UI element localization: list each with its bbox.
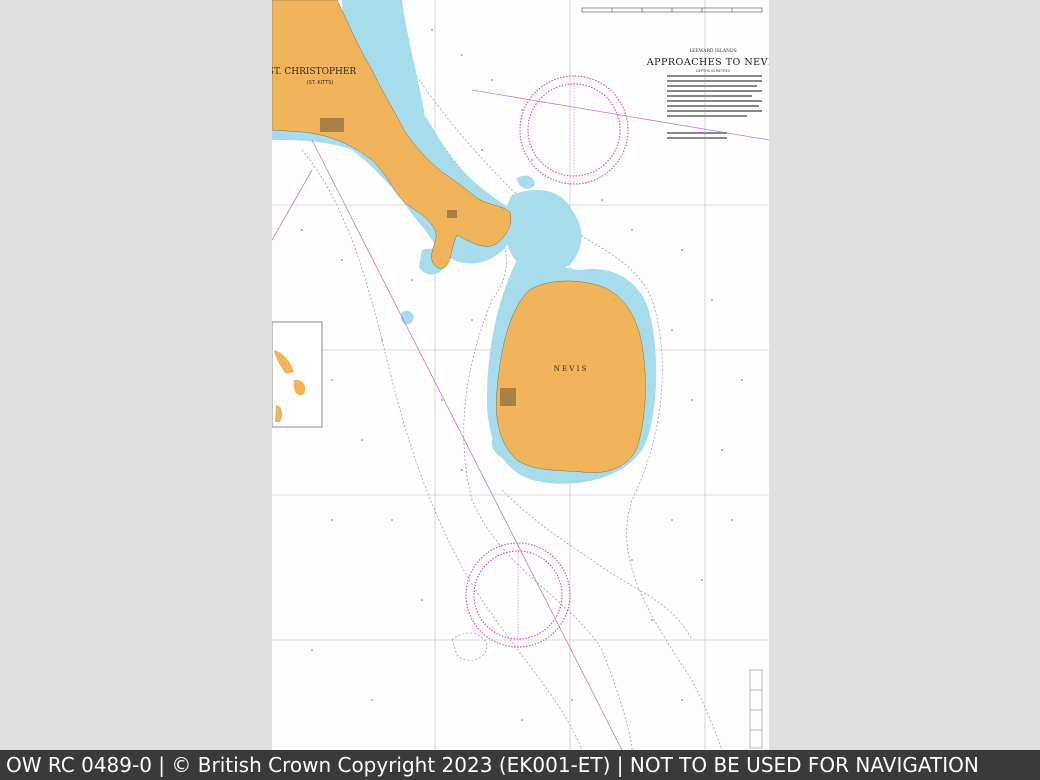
- region-label: LEEWARD ISLANDS: [689, 48, 736, 54]
- st-christopher-label: ST. CHRISTOPHER: [272, 67, 356, 77]
- compass-rose-north: [519, 75, 629, 185]
- inset-map: [272, 321, 323, 428]
- nevis-island: [496, 280, 646, 473]
- nevis-label: N E V I S: [554, 365, 587, 373]
- chart-svg: LEEWARD ISLANDS APPROACHES TO NEVIS DEPT…: [272, 0, 769, 750]
- chart-subtitle: DEPTHS IN METRES: [696, 69, 731, 73]
- compass-rose-south: [465, 542, 571, 648]
- nautical-chart-sheet[interactable]: LEEWARD ISLANDS APPROACHES TO NEVIS DEPT…: [272, 0, 769, 750]
- copyright-footer: OW RC 0489-0 | © British Crown Copyright…: [0, 750, 1040, 780]
- latitude-scale: [749, 669, 763, 749]
- footer-text: OW RC 0489-0 | © British Crown Copyright…: [6, 753, 979, 777]
- chart-notes: [667, 75, 762, 139]
- chart-title: APPROACHES TO NEVIS: [646, 57, 769, 68]
- st-kitts-label: (ST. KITTS): [307, 80, 334, 86]
- chart-viewer[interactable]: LEEWARD ISLANDS APPROACHES TO NEVIS DEPT…: [0, 0, 1040, 750]
- scale-bar: [581, 7, 763, 13]
